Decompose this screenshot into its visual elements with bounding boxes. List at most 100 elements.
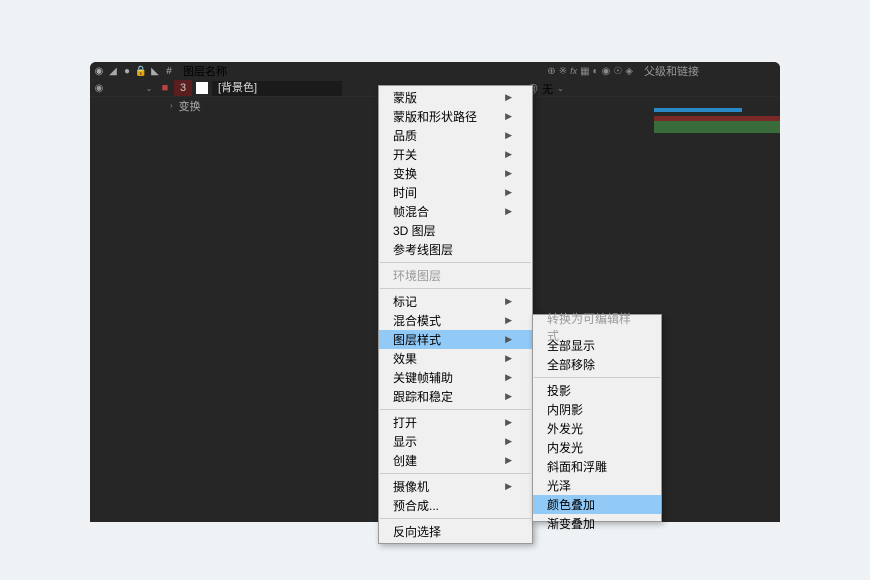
time-ruler-playhead[interactable] [654,108,780,112]
menu-separator [534,377,660,378]
menu-item[interactable]: 标记▶ [379,292,532,311]
menu-item-label: 颜色叠加 [547,496,595,513]
submenu-arrow-icon: ▶ [505,130,512,141]
fx-label-icon[interactable]: fx [570,66,577,76]
menu-item[interactable]: 3D 图层 [379,221,532,240]
visibility-toggle[interactable]: ◉ [90,83,108,94]
menu-item-label: 蒙版 [393,89,417,106]
menu-separator [380,473,531,474]
layer-duration-bar[interactable] [654,116,780,133]
menu-separator [380,262,531,263]
motion-blur-icon[interactable]: ◉ [602,66,611,77]
menu-item[interactable]: 蒙版和形状路径▶ [379,107,532,126]
switches-header: ⊕ ※ fx ▦ ◐ ◉ ☉ ◈ [547,66,633,77]
menu-item[interactable]: 预合成... [379,496,532,515]
menu-item-label: 参考线图层 [393,241,453,258]
menu-item[interactable]: 打开▶ [379,413,532,432]
parent-dropdown[interactable]: @ 无 ⌄ [527,80,637,97]
menu-item[interactable]: 渐变叠加 [533,514,661,533]
menu-item-label: 反向选择 [393,523,441,540]
menu-item[interactable]: 外发光 [533,419,661,438]
menu-item[interactable]: 关键帧辅助▶ [379,368,532,387]
menu-item-label: 外发光 [547,420,583,437]
solo-header-icon[interactable]: ● [122,66,132,76]
quality-icon[interactable]: ◐ [593,66,599,77]
menu-item-label: 3D 图层 [393,222,436,239]
submenu-arrow-icon: ▶ [505,353,512,364]
menu-item-label: 时间 [393,184,417,201]
menu-item[interactable]: 帧混合▶ [379,202,532,221]
menu-item[interactable]: 全部移除 [533,355,661,374]
expand-toggle[interactable]: ⌄ [142,84,156,93]
tag-header-icon[interactable]: ◣ [150,66,160,76]
menu-item[interactable]: 混合模式▶ [379,311,532,330]
index-header-icon: # [164,66,174,76]
menu-item-label: 全部显示 [547,337,595,354]
menu-item[interactable]: 摄像机 ▶ [379,477,532,496]
transform-label: 变换 [179,98,201,114]
menu-item[interactable]: 时间 ▶ [379,183,532,202]
menu-item-label: 跟踪和稳定 [393,388,453,405]
menu-item[interactable]: 内发光 [533,438,661,457]
layer-name[interactable]: [背景色] [212,81,342,96]
menu-item-label: 图层样式 [393,331,441,348]
menu-item-label: 投影 [547,382,571,399]
submenu-arrow-icon: ▶ [505,111,512,122]
menu-item-label: 摄像机 [393,478,429,495]
menu-item[interactable]: 光泽 [533,476,661,495]
menu-item[interactable]: 投影 [533,381,661,400]
collapse-icon[interactable]: ▦ [580,66,589,77]
lock-header-icon[interactable]: 🔒 [136,66,146,76]
menu-item[interactable]: 颜色叠加 [533,495,661,514]
menu-item-label: 显示 [393,433,417,450]
menu-item-label: 全部移除 [547,356,595,373]
menu-item[interactable]: 斜面和浮雕 [533,457,661,476]
menu-item[interactable]: 品质▶ [379,126,532,145]
parent-link-header: 父级和链接 [636,63,776,79]
menu-item-label: 环境图层 [393,267,441,284]
menu-item-label: 内发光 [547,439,583,456]
menu-item[interactable]: 效果 ▶ [379,349,532,368]
menu-item-label: 渐变叠加 [547,515,595,532]
menu-item-label: 变换 [393,165,417,182]
menu-item[interactable]: 反向选择 [379,522,532,541]
layer-context-menu: 蒙版▶蒙版和形状路径▶品质▶开关▶变换▶时间▶帧混合▶3D 图层参考线图层环境图… [378,85,533,544]
menu-item[interactable]: 开关▶ [379,145,532,164]
menu-item-label: 创建 [393,452,417,469]
menu-item-label: 斜面和浮雕 [547,458,607,475]
3d-icon[interactable]: ◈ [625,66,633,77]
menu-item-label: 关键帧辅助 [393,369,453,386]
menu-item-label: 光泽 [547,477,571,494]
menu-item-label: 标记 [393,293,417,310]
menu-item[interactable]: 变换 ▶ [379,164,532,183]
menu-item[interactable]: 跟踪和稳定 ▶ [379,387,532,406]
submenu-arrow-icon: ▶ [505,168,512,179]
layer-index: 3 [174,80,192,96]
menu-item-label: 混合模式 [393,312,441,329]
fx-icon[interactable]: ※ [559,66,567,77]
menu-item-label: 开关 [393,146,417,163]
shy-icon[interactable]: ⊕ [547,66,555,77]
menu-item-label: 效果 [393,350,417,367]
eye-header-icon[interactable]: ◉ [94,66,104,76]
menu-item[interactable]: 图层样式▶ [379,330,532,349]
menu-separator [380,409,531,410]
menu-item[interactable]: 显示 ▶ [379,432,532,451]
adjustment-icon[interactable]: ☉ [613,66,622,77]
chevron-down-icon: ⌄ [557,84,564,93]
submenu-arrow-icon: ▶ [505,187,512,198]
menu-item[interactable]: 参考线图层 [379,240,532,259]
menu-item: 环境图层 [379,266,532,285]
menu-item[interactable]: 蒙版▶ [379,88,532,107]
color-label[interactable]: ■ [156,82,174,94]
submenu-arrow-icon: ▶ [505,417,512,428]
audio-header-icon[interactable]: ◢ [108,66,118,76]
menu-item[interactable]: 内阴影 [533,400,661,419]
menu-item[interactable]: 创建▶ [379,451,532,470]
menu-item-label: 内阴影 [547,401,583,418]
submenu-arrow-icon: ▶ [505,391,512,402]
menu-separator [380,288,531,289]
submenu-arrow-icon: ▶ [505,436,512,447]
submenu-arrow-icon: ▶ [505,481,512,492]
panel-toolbar: ◉ ◢ ● 🔒 ◣ # 图层名称 ⊕ ※ fx ▦ ◐ ◉ ☉ ◈ 父级和链接 [90,62,780,80]
